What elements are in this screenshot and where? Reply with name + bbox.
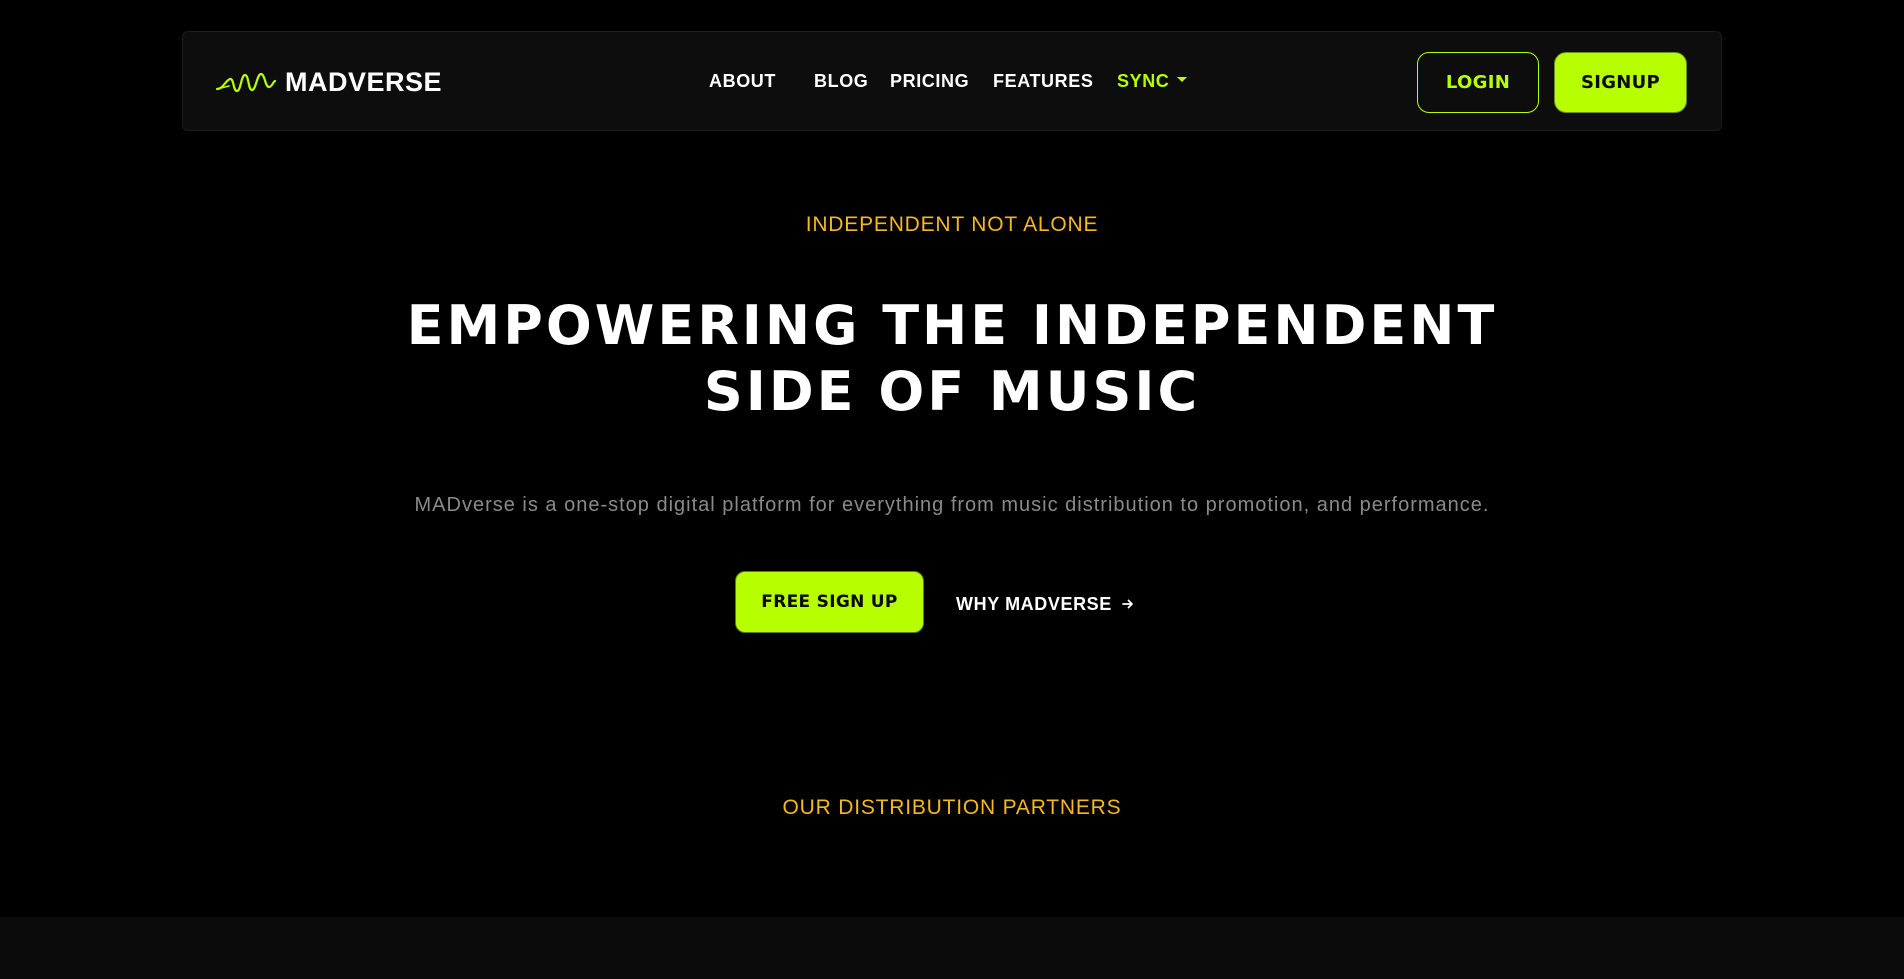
hero-eyebrow: INDEPENDENT NOT ALONE bbox=[805, 213, 1099, 236]
nav-link-pricing[interactable]: PRICING bbox=[890, 70, 969, 92]
page: MADVERSE ABOUT BLOG PRICING FEATURES SYN… bbox=[0, 0, 1904, 979]
caret-down-icon bbox=[1177, 77, 1188, 82]
partners-logo-band bbox=[0, 917, 1904, 979]
nav-link-blog[interactable]: BLOG bbox=[814, 70, 868, 92]
hero-title-line1: EMPOWERING THE INDEPENDENT bbox=[406, 294, 1498, 357]
nav-sync-label: SYNC bbox=[1117, 71, 1170, 91]
hero-description: MADverse is a one-stop digital platform … bbox=[414, 494, 1490, 516]
why-madverse-label: WHY MADVERSE bbox=[956, 594, 1112, 614]
why-madverse-link[interactable]: WHY MADVERSE bbox=[956, 593, 1134, 615]
hero-title-line2: SIDE OF MUSIC bbox=[703, 360, 1201, 423]
hero-title: EMPOWERING THE INDEPENDENT SIDE OF MUSIC bbox=[0, 293, 1904, 425]
nav-link-about[interactable]: ABOUT bbox=[709, 70, 776, 92]
nav-dropdown-sync[interactable]: SYNC bbox=[1117, 70, 1188, 92]
navbar: MADVERSE ABOUT BLOG PRICING FEATURES SYN… bbox=[182, 31, 1722, 131]
login-button[interactable]: LOGIN bbox=[1417, 52, 1539, 113]
signup-button[interactable]: SIGNUP bbox=[1554, 52, 1687, 113]
partners-title: OUR DISTRIBUTION PARTNERS bbox=[782, 796, 1122, 819]
nav-link-features[interactable]: FEATURES bbox=[993, 70, 1093, 92]
arrow-right-icon bbox=[1121, 599, 1133, 609]
free-signup-button[interactable]: FREE SIGN UP bbox=[735, 571, 924, 633]
